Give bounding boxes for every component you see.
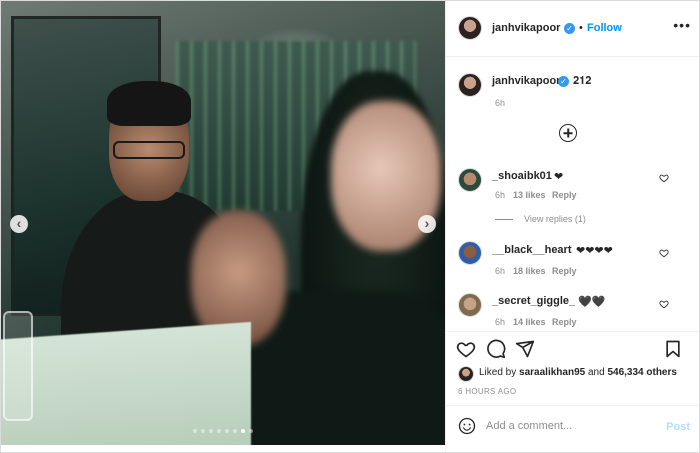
view-replies-line (495, 219, 513, 220)
carousel-dot (193, 429, 197, 433)
like-heart-icon[interactable] (456, 339, 476, 359)
comment-2-likes[interactable]: 18 likes (513, 266, 546, 276)
comment-bubble-icon[interactable] (486, 339, 506, 359)
post-sidebar: janhvikapoor ✓ • Follow ••• janhvikapoor… (445, 1, 699, 452)
chevron-left-icon: ‹ (16, 215, 22, 231)
author-avatar[interactable] (458, 16, 482, 40)
view-replies-button[interactable]: View replies (1) (524, 214, 586, 224)
carousel-dot (225, 429, 229, 433)
man-glasses (113, 141, 185, 159)
comment-1-avatar[interactable] (458, 168, 482, 192)
comment-1-time[interactable]: 6h (495, 190, 505, 200)
post-timestamp[interactable]: 6 HOURS AGO (458, 387, 516, 396)
verified-badge-icon: ✓ (564, 23, 575, 34)
man-hair (107, 81, 191, 126)
comment-2-username[interactable]: __black__heart (492, 244, 572, 256)
comment-2-reply-button[interactable]: Reply (552, 266, 577, 276)
caption-username[interactable]: janhvikapoor (492, 75, 560, 87)
post-comment-button[interactable]: Post (666, 421, 690, 433)
comment-1-text: ❤ (554, 171, 564, 183)
load-more-comments-button[interactable] (559, 124, 577, 142)
post-photo[interactable]: ‹ › (1, 1, 445, 445)
carousel-dot (249, 429, 253, 433)
carousel-dot (209, 429, 213, 433)
comment-3-avatar[interactable] (458, 293, 482, 317)
caption-verified-icon: ✓ (558, 76, 569, 87)
comment-3-likes[interactable]: 14 likes (513, 317, 546, 327)
comment-3-text: 🖤🖤 (578, 296, 606, 308)
carousel-dot (233, 429, 237, 433)
liked-by-user[interactable]: saraalikhan95 (519, 367, 585, 378)
table-cloth (1, 321, 251, 445)
caption-avatar[interactable] (458, 73, 482, 97)
comment-3-reply-button[interactable]: Reply (552, 317, 577, 327)
comment-2-time[interactable]: 6h (495, 266, 505, 276)
carousel-next-button[interactable]: › (418, 215, 436, 233)
comment-1-reply-button[interactable]: Reply (552, 190, 577, 200)
liked-by-summary: Liked by saraalikhan95 and 546,334 other… (479, 367, 677, 378)
comment-input[interactable] (486, 416, 656, 436)
more-options-icon[interactable]: ••• (673, 17, 691, 33)
comment-1-username[interactable]: _shoaibk01 (492, 170, 552, 182)
carousel-indicator (1, 429, 445, 433)
comment-3-time[interactable]: 6h (495, 317, 505, 327)
liked-by-others[interactable]: 546,334 others (607, 367, 677, 378)
comment-1-likes[interactable]: 13 likes (513, 190, 546, 200)
header-divider (446, 56, 699, 57)
carousel-dot (241, 429, 245, 433)
author-username[interactable]: janhvikapoor (492, 22, 560, 34)
carousel-dot (201, 429, 205, 433)
share-paper-plane-icon[interactable] (515, 339, 535, 359)
header-separator: • (579, 22, 583, 34)
carousel-dot (217, 429, 221, 433)
save-bookmark-icon[interactable] (663, 339, 683, 359)
comment-2-avatar[interactable] (458, 241, 482, 265)
comment-2-text: ❤❤❤❤ (576, 245, 613, 257)
follow-button[interactable]: Follow (587, 22, 622, 34)
drinking-glass (3, 311, 33, 421)
comment-3-like-heart-icon[interactable] (659, 299, 669, 309)
comment-composer: Post (446, 405, 699, 452)
carousel-prev-button[interactable]: ‹ (10, 215, 28, 233)
comment-1-like-heart-icon[interactable] (659, 173, 669, 183)
caption-text: 𝟐𝟏𝟐 (573, 75, 592, 87)
instagram-post: ‹ › janhvikapoor ✓ • Follow ••• janhvika… (0, 0, 700, 453)
liked-by-conjunction: and (587, 367, 605, 378)
emoji-icon[interactable] (458, 417, 476, 435)
caption-time[interactable]: 6h (495, 98, 505, 108)
liked-by-avatar[interactable] (458, 366, 474, 382)
comment-3-username[interactable]: _secret_giggle_ (492, 295, 575, 307)
liked-by-prefix: Liked by (479, 367, 517, 378)
actions-divider (446, 331, 699, 332)
comment-2-like-heart-icon[interactable] (659, 248, 669, 258)
chevron-right-icon: › (424, 215, 430, 231)
